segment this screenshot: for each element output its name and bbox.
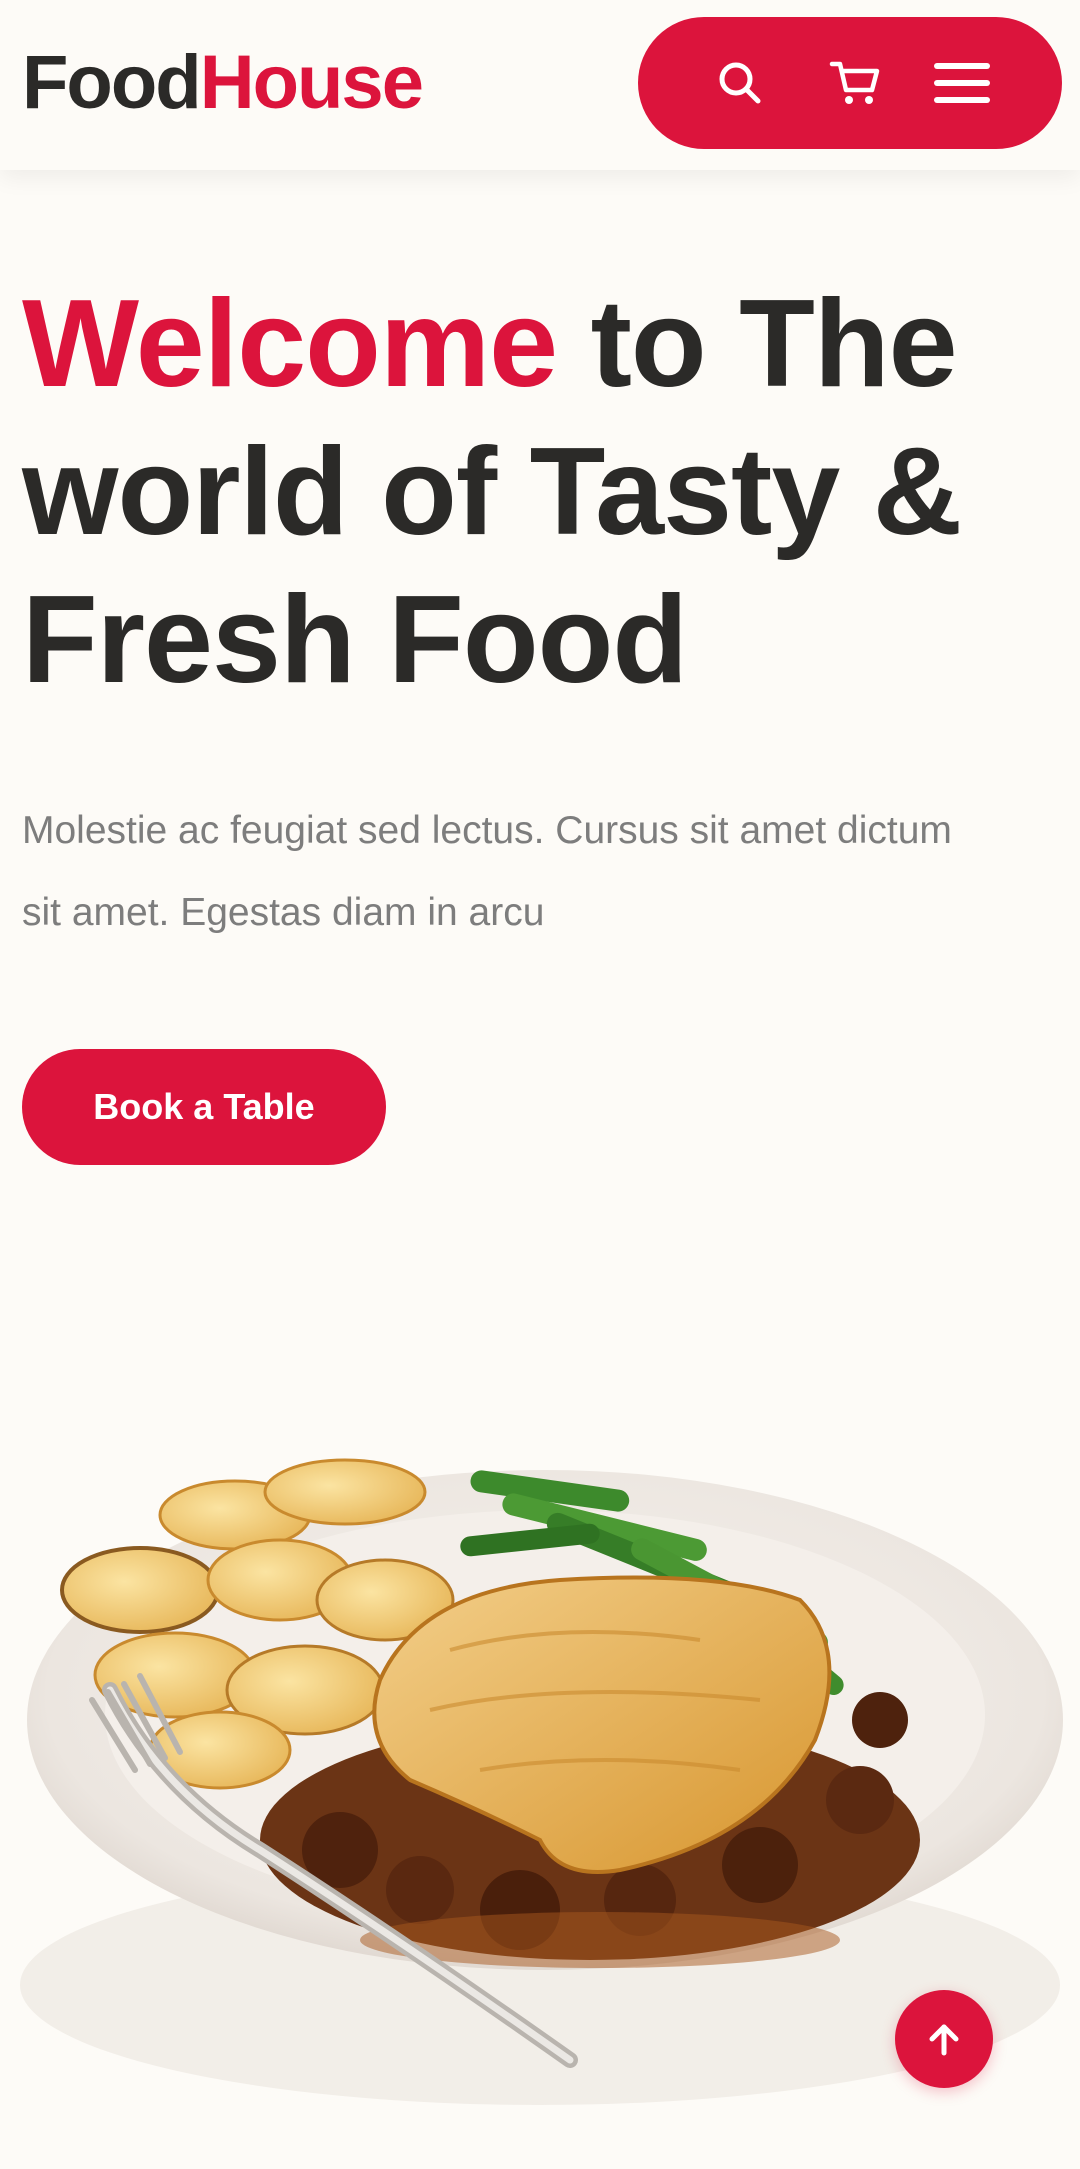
hero-title: Welcome to The world of Tasty & Fresh Fo… xyxy=(22,270,1062,714)
hero-subtitle: Molestie ac feugiat sed lectus. Cursus s… xyxy=(22,809,952,934)
scroll-to-top-button[interactable] xyxy=(895,1990,993,2088)
menu-button[interactable] xyxy=(930,51,994,115)
book-table-button[interactable]: Book a Table xyxy=(22,1049,386,1165)
search-button[interactable] xyxy=(708,51,772,115)
header-actions xyxy=(638,17,1062,149)
site-header: FoodHouse xyxy=(0,0,1080,170)
search-icon xyxy=(719,62,761,104)
hero-title-accent: Welcome xyxy=(22,275,558,413)
logo-text-food: Food xyxy=(22,40,202,125)
brand-logo[interactable]: FoodHouse xyxy=(22,38,424,128)
arrow-up-icon xyxy=(929,2024,959,2056)
cart-button[interactable] xyxy=(824,51,888,115)
cart-icon xyxy=(829,61,880,104)
menu-icon xyxy=(934,63,990,103)
logo-text-house: House xyxy=(199,40,424,125)
